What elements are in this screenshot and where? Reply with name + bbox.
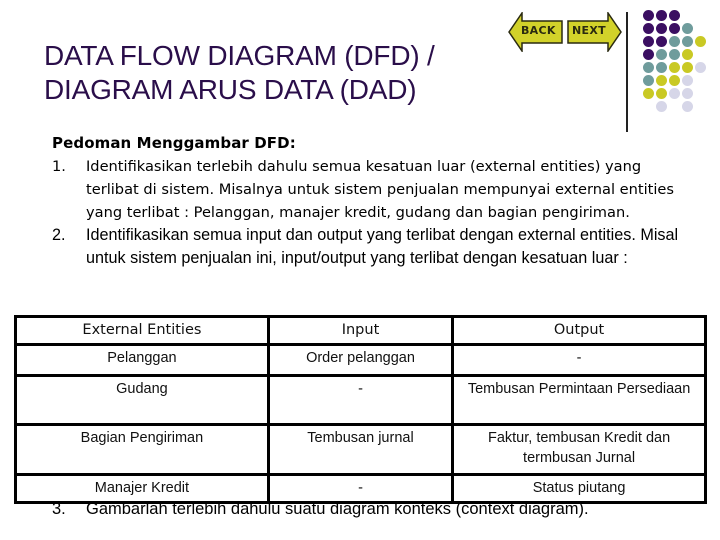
vertical-divider [626,12,628,132]
decorative-dot [643,10,654,21]
decorative-dot [656,62,667,73]
column-header-external-entities: External Entities [14,315,270,346]
next-button-label: NEXT [572,24,606,37]
cell-entity: Bagian Pengiriman [14,423,270,476]
slide-content: Pedoman Menggambar DFD: 1. Identifikasik… [52,132,692,270]
decorative-dot [643,62,654,73]
cell-input: Tembusan jurnal [266,423,455,476]
decorative-dot [643,36,654,47]
column-header-input: Input [266,315,455,346]
slide-title-line-1: DATA FLOW DIAGRAM (DFD) / [44,40,435,71]
list-number: 2. [52,226,66,244]
column-header-output: Output [451,315,707,346]
list-text: Identifikasikan terlebih dahulu semua ke… [86,158,675,221]
decorative-dot [643,49,654,60]
table-row: Gudang - Tembusan Permintaan Persediaan [14,374,707,426]
decorative-dot [682,36,693,47]
back-button-label: BACK [521,24,556,37]
cell-entity: Pelanggan [14,343,270,377]
decorative-dot [669,23,680,34]
decorative-dot [669,36,680,47]
decorative-dot [643,75,654,86]
list-item-1: 1. Identifikasikan terlebih dahulu semua… [52,155,692,224]
decorative-dot [682,75,693,86]
decorative-dot [682,62,693,73]
decorative-dot [656,101,667,112]
decorative-dot [656,75,667,86]
decorative-dot [656,36,667,47]
cell-output: - [451,343,707,377]
decorative-dot [643,23,654,34]
table-row: Bagian Pengiriman Tembusan jurnal Faktur… [14,423,707,476]
slide-title: DATA FLOW DIAGRAM (DFD) / DIAGRAM ARUS D… [44,39,435,107]
decorative-dot [682,101,693,112]
decorative-dot [669,49,680,60]
list-text: Gambarlah terlebih dahulu suatu diagram … [86,500,589,518]
cell-input: - [266,374,455,426]
decorative-dot [656,49,667,60]
cell-input: Order pelanggan [266,343,455,377]
decorative-dot [656,88,667,99]
decorative-dot [682,23,693,34]
list-item-2: 2. Identifikasikan semua input dan outpu… [52,224,692,270]
decorative-dot [643,88,654,99]
decorative-dot [669,75,680,86]
decorative-dot [656,23,667,34]
table-header-row: External Entities Input Output [14,315,707,346]
slide-title-line-2: DIAGRAM ARUS DATA (DAD) [44,74,417,105]
next-button[interactable]: NEXT [566,12,622,52]
decorative-dot [682,88,693,99]
list-item-3: 3. Gambarlah terlebih dahulu suatu diagra… [52,498,589,521]
decorative-dot [682,49,693,60]
decorative-dot [669,10,680,21]
list-number: 1. [52,158,66,175]
decorative-dot [695,36,706,47]
decorative-dot [695,62,706,73]
back-button[interactable]: BACK [508,12,564,52]
cell-entity: Gudang [14,374,270,426]
decorative-dot [669,62,680,73]
decorative-dot [656,10,667,21]
table-row: Pelanggan Order pelanggan - [14,343,707,377]
cell-output: Tembusan Permintaan Persediaan [451,374,707,426]
guidelines-heading: Pedoman Menggambar DFD: [52,134,296,152]
list-number: 3. [52,500,66,518]
decorative-dot [669,88,680,99]
external-entities-table: External Entities Input Output Pelanggan… [14,315,707,504]
cell-output: Faktur, tembusan Kredit dan termbusan Ju… [451,423,707,476]
list-text: Identifikasikan semua input dan output y… [86,226,679,267]
